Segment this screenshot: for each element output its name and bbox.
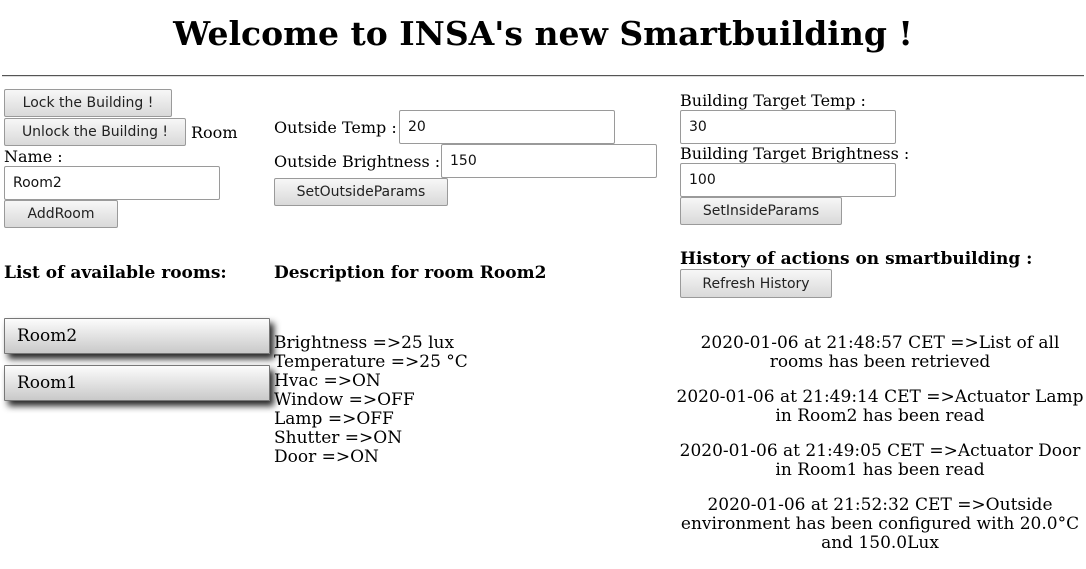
outside-temp-label: Outside Temp :: [274, 118, 397, 137]
building-target-temp-label: Building Target Temp :: [680, 91, 866, 110]
unlock-building-button[interactable]: Unlock the Building !: [4, 118, 186, 146]
description-line-shutter: Shutter =>ON: [274, 428, 403, 448]
page-title: Welcome to INSA's new Smartbuilding !: [173, 14, 913, 53]
description-line-temperature: Temperature =>25 °C: [274, 352, 468, 372]
room-description: Brightness =>25 lux Temperature =>25 °C …: [274, 334, 468, 467]
refresh-history-button[interactable]: Refresh History: [680, 269, 832, 298]
rooms-list-heading: List of available rooms:: [4, 263, 227, 283]
room-description-heading: Description for room Room2: [274, 263, 547, 283]
lock-building-button[interactable]: Lock the Building !: [4, 89, 172, 117]
room-name-label-end: Name :: [4, 147, 63, 166]
room-name-input[interactable]: [4, 166, 220, 200]
history-list: 2020-01-06 at 21:48:57 CET =>List of all…: [676, 334, 1084, 569]
building-target-brightness-label: Building Target Brightness :: [680, 144, 910, 163]
history-entry: 2020-01-06 at 21:49:14 CET =>Actuator La…: [676, 387, 1084, 426]
set-inside-params-button[interactable]: SetInsideParams: [680, 197, 842, 225]
history-entry: 2020-01-06 at 21:48:57 CET =>List of all…: [700, 333, 1060, 372]
outside-temp-input[interactable]: [399, 110, 615, 144]
set-outside-params-button[interactable]: SetOutsideParams: [274, 178, 448, 206]
building-target-temp-input[interactable]: [680, 110, 896, 144]
description-line-lamp: Lamp =>OFF: [274, 409, 394, 429]
description-line-window: Window =>OFF: [274, 390, 415, 410]
room-item-room2[interactable]: Room2: [4, 318, 270, 354]
history-entry: 2020-01-06 at 21:49:05 CET =>Actuator Do…: [679, 441, 1081, 480]
add-room-button[interactable]: AddRoom: [4, 200, 118, 228]
room-name-label-start: Room: [191, 123, 238, 142]
room-item-room1[interactable]: Room1: [4, 365, 270, 401]
description-line-brightness: Brightness =>25 lux: [274, 333, 455, 353]
header-divider: [2, 75, 1084, 77]
history-heading: History of actions on smartbuilding :: [680, 249, 1033, 269]
outside-brightness-label: Outside Brightness :: [274, 152, 441, 171]
outside-brightness-input[interactable]: [441, 144, 657, 178]
history-entry: 2020-01-06 at 21:52:32 CET =>Outside env…: [680, 495, 1080, 553]
building-target-brightness-input[interactable]: [680, 163, 896, 197]
description-line-door: Door =>ON: [274, 447, 379, 467]
description-line-hvac: Hvac =>ON: [274, 371, 381, 391]
